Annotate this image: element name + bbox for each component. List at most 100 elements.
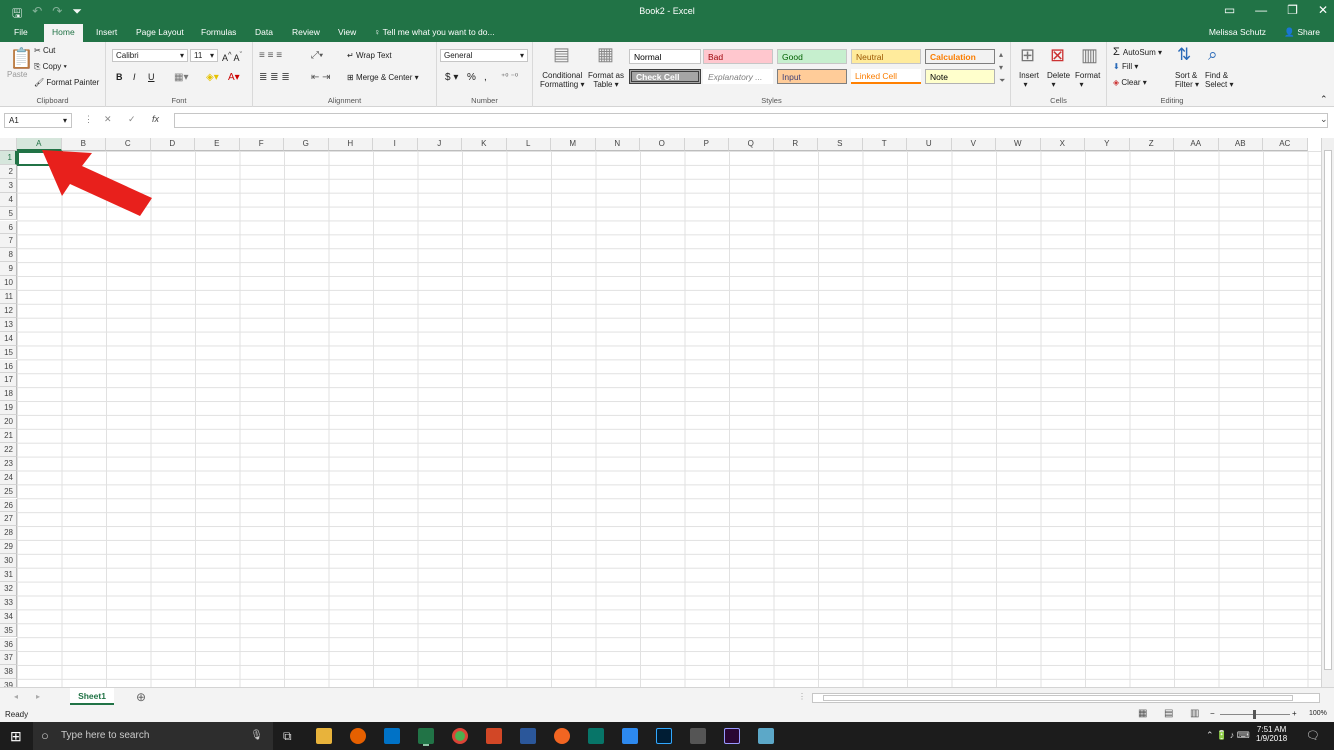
- delete-cells-icon[interactable]: ⊠: [1050, 45, 1065, 66]
- row-header-19[interactable]: 19: [0, 401, 17, 416]
- sort-filter-button[interactable]: Sort & Filter ▾: [1175, 71, 1199, 89]
- merge-center-button[interactable]: ⊞ Merge & Center ▾: [347, 73, 419, 82]
- column-header-y[interactable]: Y: [1085, 138, 1130, 151]
- formula-input[interactable]: [174, 113, 1328, 128]
- taskbar-search[interactable]: ○ Type here to search 🎙: [33, 722, 273, 750]
- row-header-20[interactable]: 20: [0, 415, 17, 429]
- tab-data[interactable]: Data: [247, 24, 281, 42]
- row-header-27[interactable]: 27: [0, 512, 17, 527]
- cell-area[interactable]: [17, 151, 1321, 687]
- column-header-x[interactable]: X: [1040, 138, 1085, 151]
- vertical-scrollbar[interactable]: [1321, 138, 1334, 687]
- chrome-icon[interactable]: [452, 728, 468, 744]
- zoom-slider-thumb[interactable]: [1253, 710, 1256, 719]
- style-note[interactable]: Note: [925, 69, 995, 84]
- row-header-17[interactable]: 17: [0, 373, 17, 388]
- row-header-35[interactable]: 35: [0, 623, 17, 638]
- page-layout-view-icon[interactable]: ▤: [1164, 708, 1173, 719]
- number-format-select[interactable]: General ▾: [440, 49, 528, 62]
- insert-function-icon[interactable]: fx: [152, 114, 159, 124]
- column-header-d[interactable]: D: [150, 138, 195, 151]
- column-header-n[interactable]: N: [595, 138, 640, 151]
- column-header-ab[interactable]: AB: [1218, 138, 1263, 151]
- column-header-t[interactable]: T: [862, 138, 907, 151]
- column-header-f[interactable]: F: [239, 138, 284, 151]
- column-header-ac[interactable]: AC: [1263, 138, 1308, 151]
- cut-button[interactable]: ✂ Cut: [34, 46, 55, 55]
- row-header-25[interactable]: 25: [0, 484, 17, 499]
- outlook-icon[interactable]: [384, 728, 400, 744]
- collapse-ribbon-icon[interactable]: ⌃: [1320, 94, 1328, 105]
- row-header-23[interactable]: 23: [0, 456, 17, 471]
- ribbon-display-icon[interactable]: ▭: [1224, 3, 1235, 17]
- column-header-l[interactable]: L: [506, 138, 551, 151]
- tell-me-box[interactable]: ♀ Tell me what you want to do...: [374, 24, 495, 41]
- row-header-38[interactable]: 38: [0, 665, 17, 680]
- close-button[interactable]: ✕: [1318, 3, 1328, 17]
- conditional-formatting-icon[interactable]: ▤: [553, 44, 570, 65]
- column-header-o[interactable]: O: [640, 138, 685, 151]
- tab-page-layout[interactable]: Page Layout: [128, 24, 192, 42]
- excel-icon[interactable]: [418, 728, 434, 744]
- row-header-32[interactable]: 32: [0, 581, 17, 596]
- page-break-view-icon[interactable]: ▥: [1190, 708, 1199, 719]
- row-header-12[interactable]: 12: [0, 303, 17, 318]
- tab-review[interactable]: Review: [284, 24, 328, 42]
- column-header-q[interactable]: Q: [729, 138, 774, 151]
- style-linked-cell[interactable]: Linked Cell: [851, 69, 921, 84]
- cancel-icon[interactable]: ✕: [104, 114, 112, 125]
- horizontal-scrollbar[interactable]: [812, 693, 1320, 703]
- tab-file[interactable]: File: [6, 24, 36, 42]
- row-header-11[interactable]: 11: [0, 290, 17, 304]
- column-header-e[interactable]: E: [195, 138, 240, 151]
- row-header-29[interactable]: 29: [0, 540, 17, 555]
- currency-button[interactable]: $ ▾: [445, 72, 458, 83]
- row-header-1[interactable]: 1: [0, 151, 17, 165]
- microphone-icon[interactable]: 🎙: [250, 722, 263, 750]
- format-cells-icon[interactable]: ▥: [1081, 45, 1098, 66]
- row-header-14[interactable]: 14: [0, 331, 17, 346]
- row-header-22[interactable]: 22: [0, 442, 17, 457]
- row-header-37[interactable]: 37: [0, 651, 17, 666]
- copy-button[interactable]: ⎘ Copy ▾: [34, 62, 67, 72]
- row-header-18[interactable]: 18: [0, 387, 17, 402]
- column-header-z[interactable]: Z: [1129, 138, 1174, 151]
- style-good[interactable]: Good: [777, 49, 847, 64]
- percent-button[interactable]: %: [467, 72, 476, 83]
- autosum-button[interactable]: Σ AutoSum ▾: [1113, 46, 1162, 58]
- column-header-w[interactable]: W: [996, 138, 1041, 151]
- next-sheet-icon[interactable]: ▸: [36, 692, 40, 701]
- row-header-6[interactable]: 6: [0, 220, 17, 235]
- style-input[interactable]: Input: [777, 69, 847, 84]
- orientation-icon[interactable]: ⤢▾: [311, 50, 323, 61]
- column-header-k[interactable]: K: [462, 138, 507, 151]
- horizontal-scroll-thumb[interactable]: [823, 695, 1293, 701]
- sort-filter-icon[interactable]: ⇅: [1177, 45, 1191, 65]
- style-check-cell[interactable]: Check Cell: [629, 69, 701, 84]
- style-calculation[interactable]: Calculation: [925, 49, 995, 64]
- column-header-p[interactable]: P: [684, 138, 729, 151]
- find-select-icon[interactable]: ⌕: [1208, 45, 1218, 65]
- row-header-5[interactable]: 5: [0, 206, 17, 221]
- zoom-level[interactable]: 100%: [1309, 710, 1327, 717]
- tab-view[interactable]: View: [330, 24, 364, 42]
- conditional-formatting-button[interactable]: Conditional Formatting ▾: [540, 71, 584, 89]
- column-header-h[interactable]: H: [328, 138, 373, 151]
- column-header-v[interactable]: V: [951, 138, 996, 151]
- underline-button[interactable]: U: [148, 72, 155, 82]
- row-header-36[interactable]: 36: [0, 637, 17, 652]
- snagit-icon[interactable]: [554, 728, 570, 744]
- system-tray-icons[interactable]: ⌃ 🔋 ♪ ⌨: [1206, 730, 1250, 741]
- indent-icons[interactable]: ⇤ ⇥: [311, 72, 331, 83]
- column-header-i[interactable]: I: [373, 138, 418, 151]
- task-view-icon[interactable]: ⧉: [283, 729, 292, 744]
- style-explanatory[interactable]: Explanatory ...: [703, 69, 773, 84]
- column-header-aa[interactable]: AA: [1174, 138, 1219, 151]
- delete-button[interactable]: Delete ▾: [1047, 71, 1070, 89]
- premiere-icon[interactable]: [724, 728, 740, 744]
- minimize-button[interactable]: —: [1255, 3, 1267, 17]
- column-header-s[interactable]: S: [818, 138, 863, 151]
- style-neutral[interactable]: Neutral: [851, 49, 921, 64]
- word-icon[interactable]: [520, 728, 536, 744]
- publisher-icon[interactable]: [588, 728, 604, 744]
